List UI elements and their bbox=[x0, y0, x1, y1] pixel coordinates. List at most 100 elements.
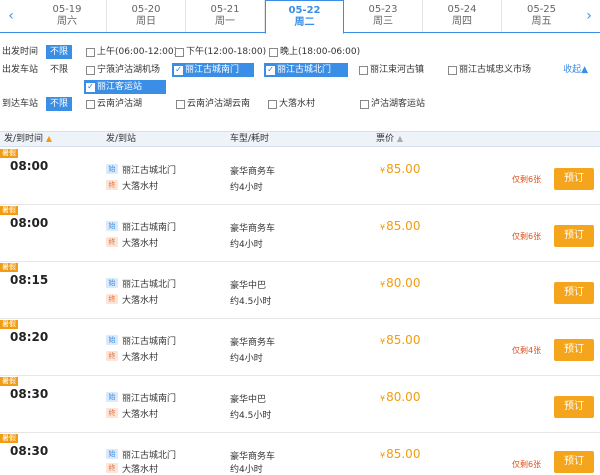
time-column-header[interactable]: 发/到时间 ▲ bbox=[4, 132, 52, 146]
vehicle-column-header: 车型/耗时 bbox=[230, 134, 270, 144]
collapse-toggle[interactable]: 收起▲ bbox=[563, 63, 588, 77]
end-badge: 终 bbox=[106, 237, 118, 247]
book-button[interactable]: 预订 bbox=[554, 451, 594, 473]
season-badge: 暑假 bbox=[0, 377, 18, 386]
arrive-station-any-button[interactable]: 不限 bbox=[46, 97, 73, 111]
depart-time-any-button[interactable]: 不限 bbox=[46, 45, 73, 59]
checkbox-icon[interactable] bbox=[359, 65, 368, 75]
season-badge: 暑假 bbox=[0, 206, 18, 215]
checkbox-icon[interactable] bbox=[175, 47, 184, 57]
checkbox-icon[interactable] bbox=[86, 65, 95, 75]
arrival-station: 终大落水村 bbox=[106, 179, 158, 192]
departure-time: 08:20 bbox=[10, 330, 49, 344]
depart-station-option[interactable]: 宁蒗泸沽湖机场 bbox=[84, 63, 163, 77]
sort-up-icon[interactable]: ▲ bbox=[46, 134, 52, 143]
depart-station-label: 出发车站 bbox=[2, 65, 39, 75]
season-badge: 暑假 bbox=[0, 149, 18, 158]
book-button[interactable]: 预订 bbox=[554, 396, 594, 418]
date-tab[interactable]: 05-24 周四 bbox=[423, 0, 502, 32]
depart-station-filter-row2: ✓ 丽江客运站 bbox=[0, 80, 600, 94]
remaining-seats: 仅剩4张 bbox=[512, 346, 542, 355]
departure-station: 始丽江古城南门 bbox=[106, 334, 176, 347]
checkbox-checked-icon[interactable]: ✓ bbox=[174, 65, 183, 75]
duration: 约4小时 bbox=[230, 240, 263, 250]
book-button[interactable]: 预订 bbox=[554, 168, 594, 190]
arrive-station-option[interactable]: 云南泸沽湖云南 bbox=[174, 97, 253, 111]
depart-station-option[interactable]: 丽江束河古镇 bbox=[357, 63, 427, 77]
duration: 约4小时 bbox=[230, 183, 263, 193]
table-row: 暑假 08:15 始丽江古城北门 终大落水村 豪华中巴 约4.5小时 ¥80.0… bbox=[0, 262, 600, 319]
book-button[interactable]: 预订 bbox=[554, 225, 594, 247]
departure-station: 始丽江古城南门 bbox=[106, 391, 176, 404]
start-badge: 始 bbox=[106, 278, 118, 288]
start-badge: 始 bbox=[106, 335, 118, 345]
depart-time-option-evening[interactable]: 晚上(18:00-06:00) bbox=[267, 45, 363, 59]
checkbox-icon[interactable] bbox=[448, 65, 457, 75]
arrive-station-option[interactable]: 泸沽湖客运站 bbox=[358, 97, 428, 111]
book-button[interactable]: 预订 bbox=[554, 339, 594, 361]
date-tab[interactable]: 05-21 周一 bbox=[186, 0, 265, 32]
arrival-station: 终大落水村 bbox=[106, 462, 158, 475]
depart-time-option-morning[interactable]: 上午(06:00-12:00) bbox=[84, 45, 180, 59]
book-button[interactable]: 预订 bbox=[554, 282, 594, 304]
vehicle-type: 豪华商务车 bbox=[230, 452, 276, 462]
departure-station: 始丽江古城北门 bbox=[106, 448, 176, 461]
checkbox-icon[interactable] bbox=[86, 99, 95, 109]
checkbox-icon[interactable] bbox=[360, 99, 369, 109]
checkbox-icon[interactable] bbox=[269, 47, 278, 57]
duration: 约4.5小时 bbox=[230, 411, 272, 421]
start-badge: 始 bbox=[106, 449, 118, 459]
date-tab[interactable]: 05-20 周日 bbox=[107, 0, 186, 32]
start-badge: 始 bbox=[106, 221, 118, 231]
departure-time: 08:30 bbox=[10, 444, 49, 458]
date-tab[interactable]: 05-25 周五 bbox=[502, 0, 581, 32]
arrival-station: 终大落水村 bbox=[106, 350, 158, 363]
results-table-header: 发/到时间 ▲ 发/到站 车型/耗时 票价 ▲ bbox=[0, 131, 600, 147]
ticket-price: ¥80.00 bbox=[380, 390, 421, 404]
depart-time-filter: 出发时间 不限 上午(06:00-12:00) 下午(12:00-18:00) … bbox=[0, 45, 600, 59]
depart-station-any-button[interactable]: 不限 bbox=[46, 63, 72, 77]
checkbox-checked-icon[interactable]: ✓ bbox=[266, 65, 275, 75]
table-row: 暑假 08:30 始丽江古城南门 终大落水村 豪华中巴 约4.5小时 ¥80.0… bbox=[0, 376, 600, 433]
checkbox-icon[interactable] bbox=[86, 47, 95, 57]
date-tab[interactable]: 05-19 周六 bbox=[28, 0, 107, 32]
date-tabs: 05-19 周六 05-20 周日 05-21 周一 05-22 周二 05-23 周三 … bbox=[28, 0, 581, 34]
arrive-station-label: 到达车站 bbox=[2, 99, 39, 109]
price-column-header[interactable]: 票价 ▲ bbox=[376, 132, 403, 146]
depart-time-option-afternoon[interactable]: 下午(12:00-18:00) bbox=[173, 45, 269, 59]
depart-station-option[interactable]: 丽江古城忠义市场 bbox=[446, 63, 534, 77]
next-date-arrow-icon[interactable]: › bbox=[578, 0, 600, 32]
ticket-price: ¥80.00 bbox=[380, 276, 421, 290]
season-badge: 暑假 bbox=[0, 320, 18, 329]
checkbox-icon[interactable] bbox=[268, 99, 277, 109]
checkbox-checked-icon[interactable]: ✓ bbox=[86, 82, 95, 92]
ticket-price: ¥85.00 bbox=[380, 447, 421, 461]
departure-station: 始丽江古城北门 bbox=[106, 277, 176, 290]
end-badge: 终 bbox=[106, 463, 118, 473]
duration: 约4.5小时 bbox=[230, 297, 272, 307]
ticket-price: ¥85.00 bbox=[380, 219, 421, 233]
station-column-header: 发/到站 bbox=[106, 134, 137, 144]
arrive-station-option[interactable]: 大落水村 bbox=[266, 97, 318, 111]
arrive-station-filter: 到达车站 不限 云南泸沽湖 云南泸沽湖云南 大落水村 泸沽湖客运站 bbox=[0, 97, 600, 111]
table-row: 暑假 08:20 始丽江古城南门 终大落水村 豪华商务车 约4小时 ¥85.00… bbox=[0, 319, 600, 376]
end-badge: 终 bbox=[106, 180, 118, 190]
sort-icon[interactable]: ▲ bbox=[397, 134, 403, 143]
date-tab[interactable]: 05-23 周三 bbox=[344, 0, 423, 32]
duration: 约4小时 bbox=[230, 354, 263, 364]
arrive-station-option[interactable]: 云南泸沽湖 bbox=[84, 97, 145, 111]
depart-station-option-selected[interactable]: ✓ 丽江古城北门 bbox=[264, 63, 348, 77]
depart-station-option-selected[interactable]: ✓ 丽江古城南门 bbox=[172, 63, 254, 77]
date-tab-selected[interactable]: 05-22 周二 bbox=[265, 0, 344, 34]
end-badge: 终 bbox=[106, 294, 118, 304]
depart-station-option-selected[interactable]: ✓ 丽江客运站 bbox=[84, 80, 166, 94]
table-row: 暑假 08:30 始丽江古城北门 终大落水村 豪华商务车 约4小时 ¥85.00… bbox=[0, 433, 600, 475]
departure-time: 08:15 bbox=[10, 273, 49, 287]
table-row: 暑假 08:00 始丽江古城北门 终大落水村 豪华商务车 约4小时 ¥85.00… bbox=[0, 148, 600, 205]
remaining-seats: 仅剩6张 bbox=[512, 175, 542, 184]
prev-date-arrow-icon[interactable]: ‹ bbox=[0, 0, 22, 32]
departure-time: 08:00 bbox=[10, 216, 49, 230]
departure-time: 08:00 bbox=[10, 159, 49, 173]
arrival-station: 终大落水村 bbox=[106, 407, 158, 420]
checkbox-icon[interactable] bbox=[176, 99, 185, 109]
